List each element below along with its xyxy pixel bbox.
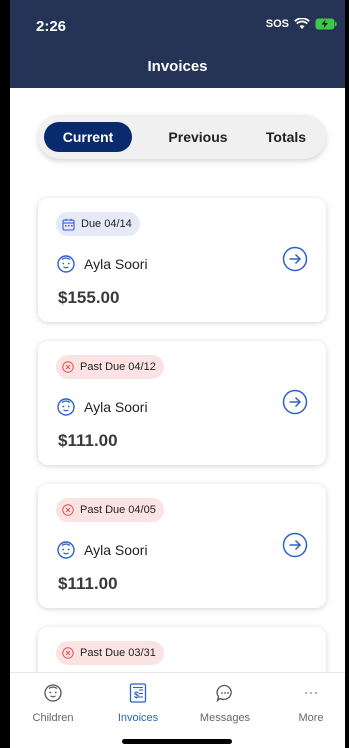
past-due-badge: Past Due 03/31: [56, 641, 164, 665]
badge-label: Past Due 04/05: [80, 504, 156, 516]
past-due-badge: Past Due 04/05: [56, 498, 164, 522]
tab-label: Invoices: [117, 712, 159, 724]
status-time: 2:26: [36, 18, 67, 35]
invoice-amount: $111.00: [58, 431, 118, 450]
home-indicator: [122, 739, 232, 744]
child-name: Ayla Soori: [84, 256, 148, 272]
child-row: Ayla Soori: [56, 540, 148, 560]
child-name: Ayla Soori: [84, 542, 148, 558]
invoice-period-segmented-control: Current Previous Totals: [38, 115, 326, 159]
tab-messages[interactable]: Messages: [195, 683, 255, 724]
chat-bubble-icon: [216, 684, 232, 703]
past-due-badge: Past Due 04/12: [56, 355, 164, 379]
invoice-card[interactable]: Past Due 04/05 Ayla Soori $111.00: [38, 484, 326, 608]
arrow-right-circle-icon[interactable]: [282, 389, 308, 415]
more-dots-icon: [305, 692, 317, 694]
invoice-card[interactable]: Due 04/14 Ayla Soori $155.00: [38, 198, 326, 322]
child-face-icon: [57, 255, 75, 273]
segment-current[interactable]: Current: [44, 122, 132, 152]
tab-invoices[interactable]: $ Invoices: [108, 683, 168, 724]
segment-totals[interactable]: Totals: [250, 122, 322, 152]
x-circle-icon: [62, 647, 74, 659]
tab-label: Children: [32, 712, 74, 724]
invoice-amount: $155.00: [58, 288, 120, 307]
badge-label: Due 04/14: [81, 218, 132, 230]
badge-label: Past Due 04/12: [80, 361, 156, 373]
status-icons: SOS: [266, 18, 337, 30]
page-title: Invoices: [147, 58, 208, 75]
arrow-right-circle-icon[interactable]: [282, 532, 308, 558]
tab-children[interactable]: Children: [23, 683, 83, 724]
svg-text:$: $: [134, 690, 139, 700]
wifi-icon: [294, 18, 310, 29]
child-face-icon: [57, 398, 75, 416]
child-name: Ayla Soori: [84, 399, 148, 415]
child-row: Ayla Soori: [56, 397, 148, 417]
arrow-right-circle-icon[interactable]: [282, 246, 308, 272]
sos-indicator: SOS: [265, 18, 289, 30]
invoice-card[interactable]: Past Due 04/12 Ayla Soori $111.00: [38, 341, 326, 465]
x-circle-icon: [62, 504, 74, 516]
tab-label: More: [298, 712, 324, 724]
badge-label: Past Due 03/31: [80, 647, 156, 659]
app-header: 2:26 SOS Invoices: [10, 0, 345, 88]
battery-charging-icon: [315, 18, 337, 30]
child-face-icon: [44, 684, 62, 702]
due-badge: Due 04/14: [56, 212, 140, 236]
child-row: Ayla Soori: [56, 254, 148, 274]
x-circle-icon: [62, 361, 74, 373]
invoice-icon: $: [129, 683, 147, 703]
tab-more[interactable]: More: [281, 683, 341, 724]
child-face-icon: [57, 541, 75, 559]
calendar-icon: [62, 218, 75, 231]
phone-screen: 2:26 SOS Invoices Current Previous Total…: [10, 0, 345, 748]
invoice-amount: $111.00: [58, 574, 118, 593]
bottom-tab-bar: Children $ Invoices Messages More: [10, 672, 345, 748]
segment-previous[interactable]: Previous: [146, 122, 250, 152]
tab-label: Messages: [199, 712, 251, 724]
